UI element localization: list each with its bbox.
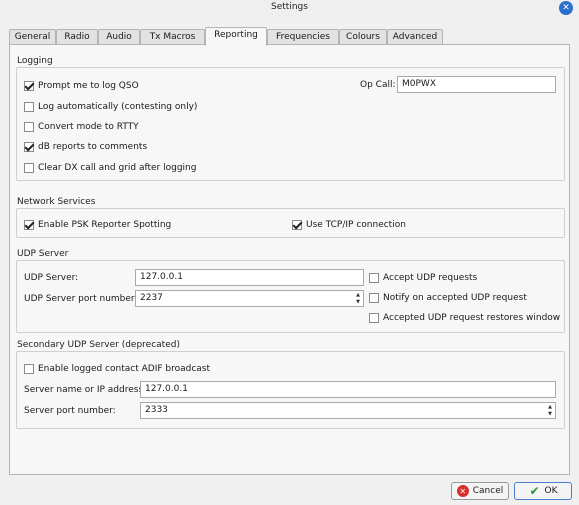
udp-port-spinbox[interactable]: 2237 ▲ ▼ [135, 290, 364, 307]
tab-radio[interactable]: Radio [56, 29, 98, 45]
prompt-log-qso-checkbox[interactable]: Prompt me to log QSO [24, 80, 139, 92]
close-icon[interactable]: ✕ [559, 1, 573, 15]
tab-colours[interactable]: Colours [339, 29, 387, 45]
server-port-value: 2333 [145, 405, 168, 415]
checkbox-label: Prompt me to log QSO [38, 81, 139, 91]
checkbox-label: Use TCP/IP connection [306, 220, 406, 230]
checkbox-box [24, 220, 34, 230]
tab-tx-macros[interactable]: Tx Macros [140, 29, 205, 45]
notify-udp-checkbox[interactable]: Notify on accepted UDP request [369, 292, 527, 304]
checkbox-box [369, 293, 379, 303]
cancel-button[interactable]: ✕ Cancel [451, 482, 509, 500]
ok-label: OK [544, 486, 558, 496]
checkbox-label: Log automatically (contesting only) [38, 102, 198, 112]
op-call-input[interactable]: M0PWX [397, 76, 556, 93]
cancel-label: Cancel [472, 486, 504, 496]
udp-server-label: UDP Server: [24, 273, 79, 283]
checkbox-box [292, 220, 302, 230]
checkbox-label: Notify on accepted UDP request [383, 293, 527, 303]
tab-reporting[interactable]: Reporting [205, 27, 267, 46]
udp-port-label: UDP Server port number: [24, 294, 138, 304]
udp-server-input[interactable]: 127.0.0.1 [135, 269, 364, 286]
psk-spotting-checkbox[interactable]: Enable PSK Reporter Spotting [24, 219, 171, 231]
checkbox-label: Clear DX call and grid after logging [38, 163, 197, 173]
reporting-panel: Logging Prompt me to log QSO Log automat… [9, 44, 570, 475]
server-port-label: Server port number: [24, 406, 116, 416]
checkbox-box [369, 273, 379, 283]
server-name-label: Server name or IP address: [24, 385, 147, 395]
server-port-spinbox[interactable]: 2333 ▲ ▼ [140, 402, 556, 419]
title-bar: Settings ✕ [0, 0, 579, 17]
network-group-title: Network Services [17, 197, 96, 207]
spin-arrows-icon[interactable]: ▲ ▼ [546, 404, 554, 417]
udp-port-value: 2237 [140, 293, 163, 303]
tcpip-checkbox[interactable]: Use TCP/IP connection [292, 219, 406, 231]
window-title: Settings [271, 2, 308, 12]
convert-rtty-checkbox[interactable]: Convert mode to RTTY [24, 121, 139, 133]
enable-adif-checkbox[interactable]: Enable logged contact ADIF broadcast [24, 363, 210, 375]
tab-audio[interactable]: Audio [98, 29, 140, 45]
spin-arrows-icon[interactable]: ▲ ▼ [354, 292, 362, 305]
checkbox-box [369, 313, 379, 323]
db-reports-checkbox[interactable]: dB reports to comments [24, 141, 147, 153]
checkbox-label: Convert mode to RTTY [38, 122, 139, 132]
server-name-input[interactable]: 127.0.0.1 [140, 381, 556, 398]
checkbox-box [24, 163, 34, 173]
logging-group-title: Logging [17, 56, 53, 66]
checkmark-icon: ✔ [529, 484, 540, 498]
cancel-icon: ✕ [456, 485, 469, 497]
accept-udp-checkbox[interactable]: Accept UDP requests [369, 272, 477, 284]
checkbox-label: Accept UDP requests [383, 273, 478, 283]
tab-advanced[interactable]: Advanced [387, 29, 443, 45]
udp-group-title: UDP Server [17, 249, 69, 259]
checkbox-label: dB reports to comments [38, 142, 148, 152]
clear-dx-checkbox[interactable]: Clear DX call and grid after logging [24, 162, 196, 174]
tab-general[interactable]: General [9, 29, 56, 45]
checkbox-box [24, 142, 34, 152]
checkbox-box [24, 122, 34, 132]
ok-button[interactable]: ✔ OK [514, 482, 572, 500]
restores-window-checkbox[interactable]: Accepted UDP request restores window [369, 312, 560, 324]
checkbox-label: Enable PSK Reporter Spotting [38, 220, 172, 230]
secondary-udp-group-title: Secondary UDP Server (deprecated) [17, 340, 180, 350]
log-automatically-checkbox[interactable]: Log automatically (contesting only) [24, 101, 197, 113]
checkbox-box [24, 81, 34, 91]
checkbox-label: Enable logged contact ADIF broadcast [38, 364, 211, 374]
tab-frequencies[interactable]: Frequencies [267, 29, 339, 45]
checkbox-box [24, 102, 34, 112]
checkbox-label: Accepted UDP request restores window [383, 313, 561, 323]
op-call-label: Op Call: [360, 80, 396, 90]
checkbox-box [24, 364, 34, 374]
